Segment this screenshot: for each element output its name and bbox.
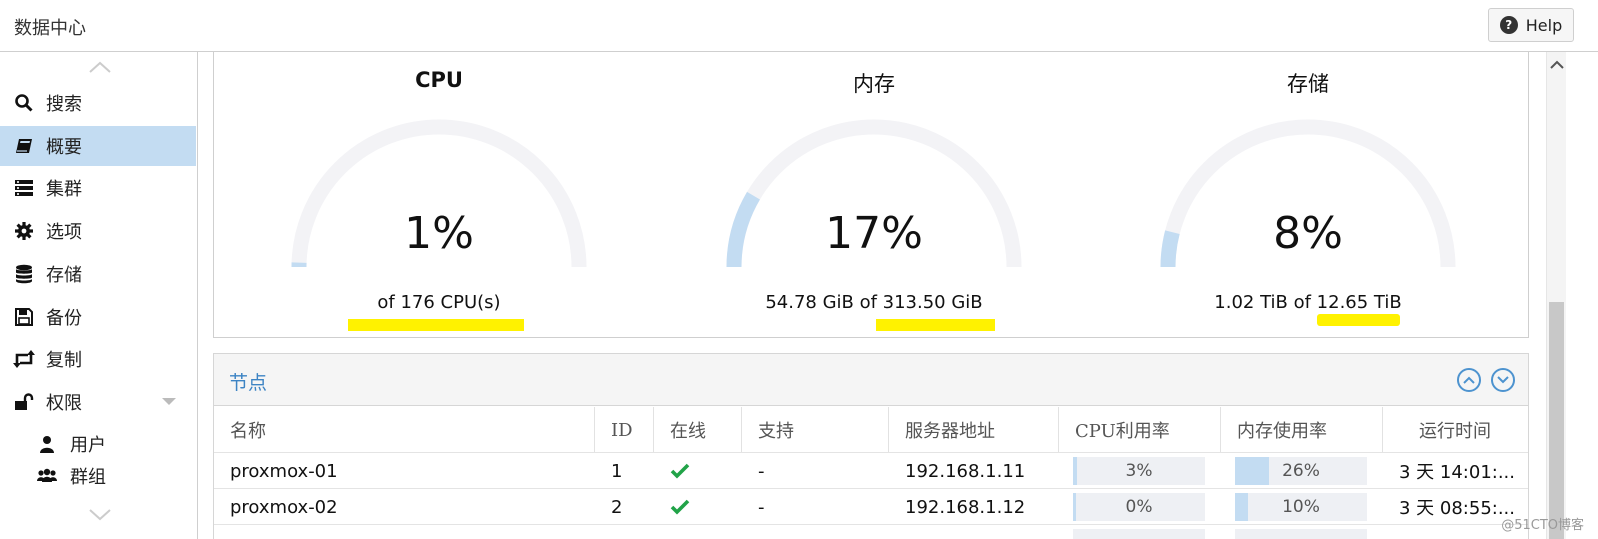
gauge-title: 存储 (1287, 72, 1329, 96)
cpu-usage-bar: 3% (1073, 457, 1205, 485)
gauge-title: 内存 (853, 72, 895, 96)
node-address: 192.168.1.12 (905, 496, 1026, 518)
book-icon (0, 136, 46, 156)
column-header-server-address[interactable]: 服务器地址 (889, 407, 1059, 453)
gear-icon (0, 221, 46, 241)
memory-gauge: 内存 17% 54.78 GiB of 313.50 GiB (724, 52, 1024, 332)
column-header-support[interactable]: 支持 (742, 407, 889, 453)
node-support: - (758, 496, 765, 518)
server-icon (0, 179, 46, 197)
sidebar: 搜索 概要 集群 选项 存储 备份 复制 权限 用户 群组 (0, 52, 198, 539)
watermark: @51CTO博客 (1501, 518, 1584, 533)
nodes-panel: 节点 名称 ID 在线 支持 服务器地址 CPU利用率 内存使用率 运行时间 p… (213, 353, 1529, 539)
node-support: - (758, 460, 765, 482)
storage-gauge: 存储 8% 1.02 TiB of 12.65 TiB (1158, 52, 1458, 332)
gauge-subtext: of 176 CPU(s) (377, 292, 501, 313)
table-row[interactable]: proxmox-02 2 - 192.168.1.12 0% 10% 3 天 0… (214, 488, 1528, 524)
database-icon (0, 264, 46, 284)
help-button[interactable]: ? Help (1488, 8, 1574, 42)
memory-usage-bar: 10% (1235, 493, 1367, 521)
sidebar-item-label: 复制 (46, 350, 82, 371)
sidebar-item-permissions[interactable]: 权限 (0, 382, 196, 422)
highlight-mark (876, 319, 995, 331)
help-label: Help (1525, 15, 1563, 35)
chevron-down-icon[interactable] (162, 398, 176, 405)
search-icon (0, 93, 46, 113)
highlight-mark (1317, 314, 1400, 326)
sidebar-item-cluster[interactable]: 集群 (0, 168, 196, 208)
sidebar-item-label: 群组 (70, 467, 106, 488)
resource-gauges-panel: CPU 1% of 176 CPU(s) 内存 17% 54.78 GiB of… (213, 52, 1529, 338)
node-id: 1 (611, 460, 623, 482)
node-address: 192.168.1.11 (905, 460, 1026, 482)
node-id: 2 (611, 496, 623, 518)
sidebar-item-label: 选项 (46, 222, 82, 243)
cpu-usage-bar: 0% (1073, 493, 1205, 521)
scroll-up-icon[interactable] (1548, 58, 1566, 72)
retweet-icon (0, 350, 46, 368)
unlock-icon (0, 393, 46, 411)
column-header-online[interactable]: 在线 (654, 407, 742, 453)
sidebar-item-users[interactable]: 用户 (0, 424, 196, 464)
cpu-gauge: CPU 1% of 176 CPU(s) (289, 52, 589, 332)
cpu-usage-bar (1073, 529, 1205, 539)
gauge-subtext: 1.02 TiB of 12.65 TiB (1214, 292, 1402, 313)
gauge-value: 17% (825, 208, 923, 259)
floppy-icon (0, 308, 46, 326)
sidebar-item-label: 搜索 (46, 94, 82, 115)
table-row[interactable] (214, 524, 1528, 539)
column-header-memory-usage[interactable]: 内存使用率 (1221, 407, 1383, 453)
chevron-up-icon[interactable] (1457, 368, 1481, 392)
chevron-down-icon[interactable] (1491, 368, 1515, 392)
memory-usage-value: 10% (1282, 497, 1320, 517)
cpu-usage-value: 0% (1125, 497, 1153, 517)
sidebar-scroll-down-icon[interactable] (88, 508, 112, 522)
sidebar-scroll-up-icon[interactable] (88, 60, 112, 74)
question-icon: ? (1499, 16, 1518, 34)
cpu-usage-value: 3% (1125, 461, 1153, 481)
users-icon (0, 468, 58, 484)
sidebar-item-summary[interactable]: 概要 (0, 126, 196, 166)
node-name: proxmox-01 (230, 460, 338, 482)
top-toolbar: 数据中心 ? Help (0, 0, 1598, 52)
table-row[interactable]: proxmox-01 1 - 192.168.1.11 3% 26% 3 天 1… (214, 452, 1528, 488)
main-scrollbar[interactable] (1546, 52, 1566, 539)
memory-usage-bar: 26% (1235, 457, 1367, 485)
column-header-id[interactable]: ID (595, 407, 654, 453)
memory-usage-value: 26% (1282, 461, 1320, 481)
gauge-subtext: 54.78 GiB of 313.50 GiB (765, 292, 983, 313)
column-header-uptime[interactable]: 运行时间 (1383, 407, 1528, 453)
sidebar-item-options[interactable]: 选项 (0, 211, 196, 251)
sidebar-item-replication[interactable]: 复制 (0, 339, 196, 379)
user-icon (0, 435, 58, 453)
nodes-panel-header: 节点 (214, 354, 1528, 406)
sidebar-item-label: 权限 (46, 393, 82, 414)
gauge-title: CPU (415, 68, 463, 92)
gauge-value: 1% (404, 208, 474, 259)
column-header-name[interactable]: 名称 (214, 407, 595, 453)
node-uptime: 3 天 14:01:... (1399, 462, 1515, 483)
node-name: proxmox-02 (230, 496, 338, 518)
online-check-icon (654, 453, 742, 489)
memory-usage-bar (1235, 529, 1367, 539)
sidebar-item-label: 备份 (46, 308, 82, 329)
main-content: CPU 1% of 176 CPU(s) 内存 17% 54.78 GiB of… (213, 52, 1529, 539)
nodes-panel-title: 节点 (229, 372, 268, 394)
scrollbar-thumb[interactable] (1549, 302, 1564, 539)
sidebar-item-label: 集群 (46, 179, 82, 200)
gauge-value: 8% (1273, 208, 1343, 259)
sidebar-item-backup[interactable]: 备份 (0, 297, 196, 337)
column-header-cpu-usage[interactable]: CPU利用率 (1059, 407, 1221, 453)
sidebar-item-label: 存储 (46, 265, 82, 286)
sidebar-item-storage[interactable]: 存储 (0, 254, 196, 294)
highlight-mark (348, 319, 524, 331)
sidebar-item-groups[interactable]: 群组 (0, 464, 196, 488)
sidebar-item-label: 概要 (46, 137, 82, 158)
online-check-icon (654, 489, 742, 525)
sidebar-item-search[interactable]: 搜索 (0, 83, 196, 123)
sidebar-item-label: 用户 (70, 435, 106, 456)
datacenter-title: 数据中心 (14, 18, 86, 39)
